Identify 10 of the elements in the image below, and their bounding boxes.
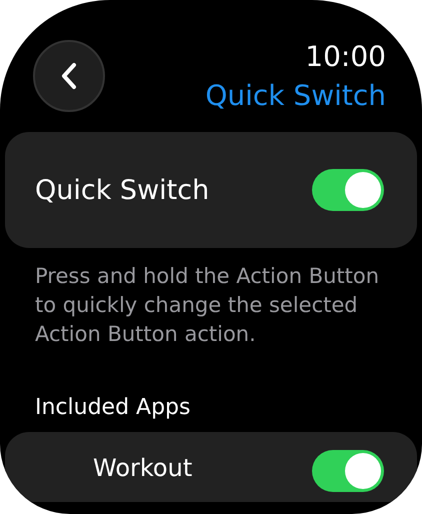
setting-label: Quick Switch (35, 174, 210, 206)
app-row[interactable]: Workout (5, 432, 417, 502)
toggle-switch[interactable] (312, 169, 384, 211)
toggle-switch[interactable] (312, 450, 384, 492)
app-label: Workout (92, 454, 192, 482)
description-text: Press and hold the Action Button to quickly change the selected Action Button action. (34, 263, 380, 348)
screen-title: Quick Switch (205, 78, 386, 114)
clock-time: 10:00 (305, 40, 386, 74)
back-icon (61, 62, 77, 90)
section-title: Included Apps (34, 394, 192, 422)
